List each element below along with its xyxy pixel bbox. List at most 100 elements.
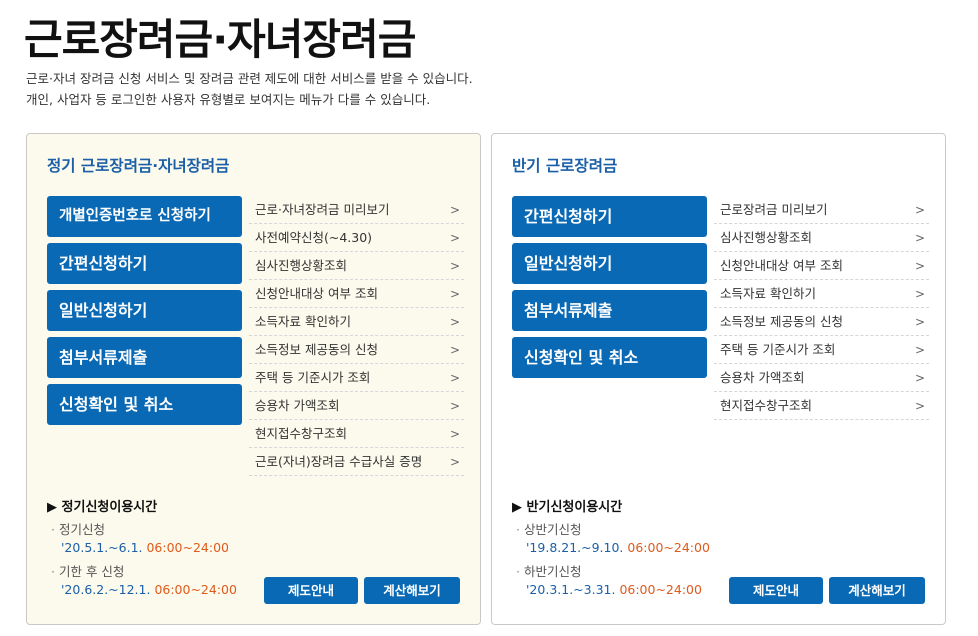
period-dates: '20.5.1.~6.1. 06:00~24:00 (51, 539, 229, 557)
link-label: 현지접수창구조회 (720, 398, 813, 413)
period-time: 06:00~24:00 (154, 582, 237, 597)
regular-period-title: ▶ 정기신청이용시간 (47, 500, 158, 515)
chevron-right-icon: > (449, 371, 460, 385)
half-link-item[interactable]: 승용차 가액조회 > (714, 364, 929, 392)
half-guide-button[interactable]: 제도안내 (729, 577, 823, 604)
regular-button-column: 개별인증번호로 신청하기 간편신청하기 일반신청하기 첨부서류제출 신청확인 및… (47, 196, 242, 431)
half-link-item[interactable]: 주택 등 기준시가 조회 > (714, 336, 929, 364)
half-footer-buttons: 제도안내 계산해보기 (729, 577, 925, 604)
description-line-2: 개인, 사업자 등 로그인한 사용자 유형별로 보여지는 메뉴가 다를 수 있습… (26, 92, 431, 107)
chevron-right-icon: > (449, 259, 460, 273)
half-calc-button[interactable]: 계산해보기 (829, 577, 925, 604)
chevron-right-icon: > (449, 315, 460, 329)
link-label: 소득자료 확인하기 (255, 314, 351, 329)
chevron-right-icon: > (449, 343, 460, 357)
description-line-1: 근로·자녀 장려금 신청 서비스 및 장려금 관련 제도에 대한 서비스를 받을… (26, 71, 473, 86)
half-button-column: 간편신청하기 일반신청하기 첨부서류제출 신청확인 및 취소 (512, 196, 707, 384)
link-label: 소득정보 제공동의 신청 (720, 314, 843, 329)
link-label: 신청안내대상 여부 조회 (720, 258, 843, 273)
page-description: 근로·자녀 장려금 신청 서비스 및 장려금 관련 제도에 대한 서비스를 받을… (26, 68, 473, 110)
regular-calc-button[interactable]: 계산해보기 (364, 577, 460, 604)
half-period-2: 하반기신청 '20.3.1.~3.31. 06:00~24:00 (516, 563, 702, 599)
chevron-right-icon: > (914, 315, 925, 329)
period-label: 하반기신청 (516, 563, 702, 581)
half-check-cancel-button[interactable]: 신청확인 및 취소 (512, 337, 707, 378)
link-label: 소득자료 확인하기 (720, 286, 816, 301)
period-dates: '20.6.2.~12.1. 06:00~24:00 (51, 581, 237, 599)
regular-link-list: 근로·자녀장려금 미리보기 > 사전예약신청(~4.30) > 심사진행상황조회 > … (249, 196, 464, 476)
link-label: 근로(자녀)장려금 수급사실 증명 (255, 454, 423, 469)
half-link-item[interactable]: 소득정보 제공동의 신청 > (714, 308, 929, 336)
period-time: 06:00~24:00 (146, 540, 230, 555)
link-label: 승용차 가액조회 (255, 398, 340, 413)
period-date-range: '20.3.1.~3.31. (526, 582, 616, 597)
chevron-right-icon: > (449, 231, 460, 245)
regular-link-item[interactable]: 현지접수창구조회 > (249, 420, 464, 448)
period-label: 기한 후 신청 (51, 563, 237, 581)
half-link-item[interactable]: 근로장려금 미리보기 > (714, 196, 929, 224)
half-submit-docs-button[interactable]: 첨부서류제출 (512, 290, 707, 331)
period-time: 06:00~24:00 (627, 540, 710, 555)
link-label: 주택 등 기준시가 조회 (720, 342, 836, 357)
chevron-right-icon: > (449, 203, 460, 217)
link-label: 근로장려금 미리보기 (720, 202, 828, 217)
chevron-right-icon: > (914, 399, 925, 413)
regular-link-item[interactable]: 사전예약신청(~4.30) > (249, 224, 464, 252)
regular-panel: 정기 근로장려금·자녀장려금 개별인증번호로 신청하기 간편신청하기 일반신청하… (26, 133, 481, 625)
regular-check-cancel-button[interactable]: 신청확인 및 취소 (47, 384, 242, 425)
chevron-right-icon: > (914, 287, 925, 301)
half-link-item[interactable]: 신청안내대상 여부 조회 > (714, 252, 929, 280)
period-dates: '19.8.21.~9.10. 06:00~24:00 (516, 539, 710, 557)
regular-submit-docs-button[interactable]: 첨부서류제출 (47, 337, 242, 378)
regular-general-apply-button[interactable]: 일반신청하기 (47, 290, 242, 331)
half-panel-title: 반기 근로장려금 (512, 157, 618, 175)
half-link-item[interactable]: 현지접수창구조회 > (714, 392, 929, 420)
regular-link-item[interactable]: 승용차 가액조회 > (249, 392, 464, 420)
regular-simple-apply-button[interactable]: 간편신청하기 (47, 243, 242, 284)
chevron-right-icon: > (449, 455, 460, 469)
link-label: 사전예약신청(~4.30) (255, 230, 373, 245)
chevron-right-icon: > (914, 231, 925, 245)
half-link-item[interactable]: 소득자료 확인하기 > (714, 280, 929, 308)
link-label: 주택 등 기준시가 조회 (255, 370, 371, 385)
half-period-1: 상반기신청 '19.8.21.~9.10. 06:00~24:00 (516, 521, 710, 557)
chevron-right-icon: > (914, 203, 925, 217)
link-label: 소득정보 제공동의 신청 (255, 342, 378, 357)
link-label: 승용차 가액조회 (720, 370, 805, 385)
chevron-right-icon: > (449, 427, 460, 441)
regular-link-item[interactable]: 소득자료 확인하기 > (249, 308, 464, 336)
period-date-range: '20.6.2.~12.1. (61, 582, 151, 597)
link-label: 심사진행상황조회 (255, 258, 348, 273)
link-label: 근로·자녀장려금 미리보기 (255, 202, 390, 217)
chevron-right-icon: > (914, 259, 925, 273)
half-general-apply-button[interactable]: 일반신청하기 (512, 243, 707, 284)
regular-link-item[interactable]: 주택 등 기준시가 조회 > (249, 364, 464, 392)
regular-link-item[interactable]: 소득정보 제공동의 신청 > (249, 336, 464, 364)
chevron-right-icon: > (449, 399, 460, 413)
period-dates: '20.3.1.~3.31. 06:00~24:00 (516, 581, 702, 599)
period-label: 상반기신청 (516, 521, 710, 539)
regular-guide-button[interactable]: 제도안내 (264, 577, 358, 604)
half-link-item[interactable]: 심사진행상황조회 > (714, 224, 929, 252)
regular-auth-apply-button[interactable]: 개별인증번호로 신청하기 (47, 196, 242, 237)
period-label: 정기신청 (51, 521, 229, 539)
regular-link-item[interactable]: 신청안내대상 여부 조회 > (249, 280, 464, 308)
link-label: 심사진행상황조회 (720, 230, 813, 245)
chevron-right-icon: > (449, 287, 460, 301)
page-title: 근로장려금·자녀장려금 (24, 15, 416, 64)
half-period-title: ▶ 반기신청이용시간 (512, 500, 623, 515)
regular-link-item[interactable]: 근로(자녀)장려금 수급사실 증명 > (249, 448, 464, 476)
chevron-right-icon: > (914, 343, 925, 357)
period-time: 06:00~24:00 (619, 582, 702, 597)
regular-footer-buttons: 제도안내 계산해보기 (264, 577, 460, 604)
regular-period-1: 정기신청 '20.5.1.~6.1. 06:00~24:00 (51, 521, 229, 557)
link-label: 신청안내대상 여부 조회 (255, 286, 378, 301)
half-simple-apply-button[interactable]: 간편신청하기 (512, 196, 707, 237)
link-label: 현지접수창구조회 (255, 426, 348, 441)
regular-link-item[interactable]: 근로·자녀장려금 미리보기 > (249, 196, 464, 224)
regular-period-2: 기한 후 신청 '20.6.2.~12.1. 06:00~24:00 (51, 563, 237, 599)
regular-link-item[interactable]: 심사진행상황조회 > (249, 252, 464, 280)
regular-panel-title: 정기 근로장려금·자녀장려금 (47, 157, 230, 175)
period-date-range: '20.5.1.~6.1. (61, 540, 143, 555)
half-panel: 반기 근로장려금 간편신청하기 일반신청하기 첨부서류제출 신청확인 및 취소 … (491, 133, 946, 625)
